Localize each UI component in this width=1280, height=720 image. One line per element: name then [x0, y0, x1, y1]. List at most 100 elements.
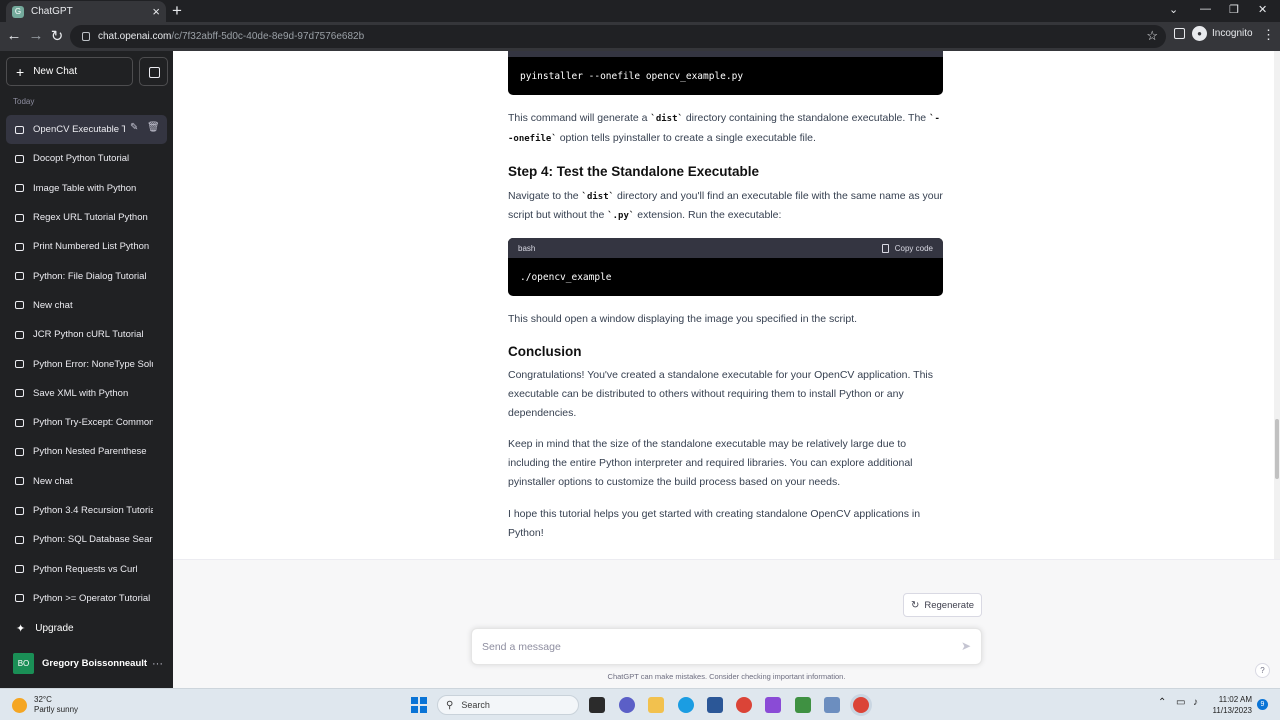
upgrade-label: Upgrade	[35, 623, 74, 634]
weather-text: 32°C Partly sunny	[34, 695, 78, 715]
chat-item-label: Regex URL Tutorial Python	[33, 212, 148, 224]
chat-item-active[interactable]: OpenCV Executable T ✎ 🗑	[6, 115, 167, 145]
more-icon[interactable]: ···	[152, 658, 163, 670]
reload-icon[interactable]: ↻	[46, 27, 68, 45]
copy-code-button[interactable]: Copy code	[881, 243, 933, 253]
minimize-icon[interactable]: —	[1200, 3, 1211, 15]
incognito-indicator[interactable]: ● Incognito	[1192, 26, 1253, 41]
tab-title: ChatGPT	[31, 6, 73, 17]
help-button[interactable]: ?	[1255, 663, 1270, 678]
chat-item[interactable]: Python Try-Except: Common	[6, 408, 167, 437]
assistant-message: pyinstaller --onefile opencv_example.py …	[508, 51, 943, 542]
chat-main: pyinstaller --onefile opencv_example.py …	[173, 51, 1280, 688]
chat-bubble-icon	[15, 330, 24, 339]
chat-bubble-icon	[15, 447, 24, 456]
chat-item[interactable]: Save XML with Python	[6, 379, 167, 408]
chat-item[interactable]: Print Numbered List Python	[6, 232, 167, 261]
chat-item[interactable]: Python: File Dialog Tutorial	[6, 261, 167, 290]
tab-search-icon[interactable]: ⌄	[1169, 3, 1178, 16]
upgrade-button[interactable]: ✦ Upgrade	[16, 622, 74, 635]
paragraph-2: Navigate to the `dist` directory and you…	[508, 187, 943, 227]
close-window-icon[interactable]: ✕	[1258, 3, 1267, 16]
chat-item[interactable]: Regex URL Tutorial Python	[6, 203, 167, 232]
taskbar-search[interactable]: ⚲ Search	[437, 695, 579, 715]
chat-item-label: New chat	[33, 475, 73, 487]
new-chat-button[interactable]: + New Chat	[6, 57, 133, 86]
chat-bubble-icon	[15, 125, 24, 134]
windows-start-icon[interactable]	[411, 697, 427, 713]
new-tab-icon[interactable]: +	[172, 2, 182, 20]
chat-item[interactable]: Python Requests vs Curl	[6, 554, 167, 583]
chat-item[interactable]: Python 3.4 Recursion Tutoria	[6, 496, 167, 525]
code-block-1: pyinstaller --onefile opencv_example.py	[508, 51, 943, 95]
task-view-icon[interactable]	[589, 697, 605, 713]
app-icon-vee[interactable]	[765, 697, 781, 713]
chat-item[interactable]: Python >= Operator Tutorial	[6, 584, 167, 613]
volume-icon[interactable]: ♪	[1193, 697, 1198, 708]
code-block-2-text[interactable]: ./opencv_example	[508, 258, 943, 296]
code-block-1-text[interactable]: pyinstaller --onefile opencv_example.py	[508, 57, 943, 95]
message-box: ➤	[471, 628, 982, 665]
close-tab-icon[interactable]: ×	[152, 5, 160, 18]
send-icon[interactable]: ➤	[961, 639, 971, 653]
forward-icon[interactable]: →	[25, 27, 47, 44]
back-icon[interactable]: ←	[3, 27, 25, 44]
trash-icon[interactable]: 🗑	[147, 122, 160, 133]
system-clock[interactable]: 11:02 AM 11/13/2023	[1210, 694, 1252, 716]
chat-item-label: Python: File Dialog Tutorial	[33, 270, 147, 282]
scrollbar-thumb[interactable]	[1275, 419, 1279, 479]
side-panel-icon[interactable]	[1174, 28, 1185, 39]
chat-bubble-icon	[15, 154, 24, 163]
chat-item-label: Docopt Python Tutorial	[33, 153, 130, 165]
chrome-active-icon[interactable]	[853, 697, 869, 713]
avatar: BO	[13, 653, 34, 674]
remote-desktop-icon[interactable]	[824, 697, 840, 713]
restore-icon[interactable]: ❐	[1229, 3, 1239, 16]
chat-item-label: New chat	[33, 299, 73, 311]
browser-menu-icon[interactable]: ⋮	[1262, 27, 1275, 43]
regenerate-button[interactable]: ↻ Regenerate	[903, 593, 982, 617]
toggle-sidebar-button[interactable]	[139, 57, 168, 86]
notification-badge[interactable]: 9	[1257, 699, 1268, 710]
paragraph-1: This command will generate a `dist` dire…	[508, 109, 943, 149]
user-menu[interactable]: BO Gregory Boissonneault ···	[13, 653, 163, 674]
text: extension. Run the executable:	[634, 209, 782, 222]
chat-item-label: Python Requests vs Curl	[33, 563, 138, 575]
network-icon[interactable]: ▭	[1176, 697, 1185, 708]
chrome-icon[interactable]	[736, 697, 752, 713]
weather-widget[interactable]: 32°C Partly sunny	[12, 695, 78, 715]
chat-item[interactable]: Docopt Python Tutorial	[6, 144, 167, 173]
edge-browser-icon[interactable]	[678, 697, 694, 713]
url-host: chat.openai.com	[98, 31, 172, 42]
file-explorer-icon[interactable]	[648, 697, 664, 713]
chat-item[interactable]: Python Error: NoneType Solu	[6, 349, 167, 378]
chat-item-label: Print Numbered List Python	[33, 241, 150, 253]
tray-chevron-icon[interactable]: ⌃	[1158, 697, 1166, 708]
bookmark-star-icon[interactable]: ☆	[1146, 28, 1158, 44]
edit-icon[interactable]: ✎	[130, 122, 138, 133]
address-bar[interactable]: chat.openai.com/c/7f32abff-5d0c-40de-8e9…	[70, 25, 1166, 48]
chat-app-icon[interactable]	[619, 697, 635, 713]
store-icon[interactable]	[707, 697, 723, 713]
message-input[interactable]	[482, 640, 942, 653]
chat-item[interactable]: Image Table with Python	[6, 174, 167, 203]
browser-tab[interactable]: G ChatGPT ×	[6, 1, 166, 22]
conclusion-heading: Conclusion	[508, 343, 582, 359]
chat-bubble-icon	[15, 272, 24, 281]
chatgpt-favicon-icon: G	[12, 5, 24, 18]
chat-item[interactable]: New chat	[6, 467, 167, 496]
chat-item-label: Python Error: NoneType Solu	[33, 358, 153, 370]
chat-item-label: Python Nested Parenthese	[33, 446, 147, 458]
incognito-label: Incognito	[1212, 28, 1253, 39]
text: option tells pyinstaller to create a sin…	[556, 131, 816, 144]
chat-item[interactable]: Python Nested Parenthese	[6, 437, 167, 466]
chat-item-label: Python >= Operator Tutorial	[33, 592, 151, 604]
paragraph-4: Congratulations! You've created a standa…	[508, 368, 934, 419]
weather-condition: Partly sunny	[34, 705, 79, 714]
notes-app-icon[interactable]	[795, 697, 811, 713]
chat-bubble-icon	[15, 389, 24, 398]
chat-item[interactable]: New chat	[6, 291, 167, 320]
scrollbar-track[interactable]	[1274, 51, 1280, 559]
chat-item[interactable]: JCR Python cURL Tutorial	[6, 320, 167, 349]
chat-item[interactable]: Python: SQL Database Searc	[6, 525, 167, 554]
